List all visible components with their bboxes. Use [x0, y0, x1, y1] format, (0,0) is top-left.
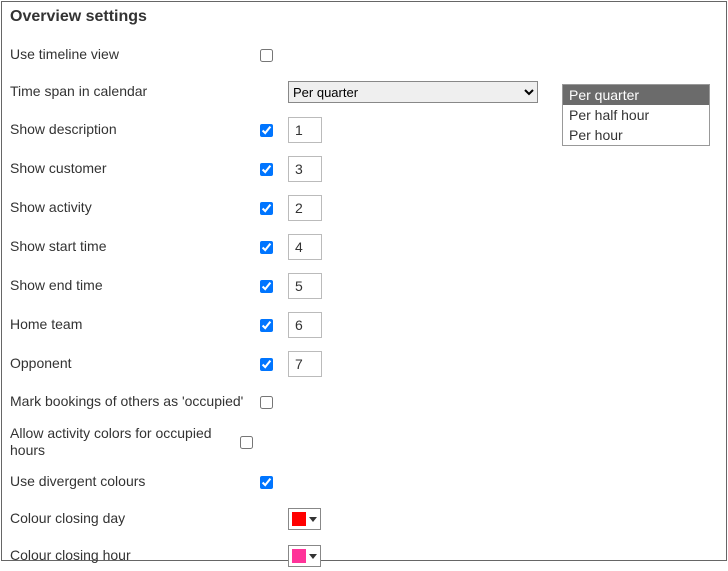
timespan-option[interactable]: Per half hour: [563, 105, 709, 125]
panel-title: Overview settings: [10, 8, 718, 26]
input-home-team-order[interactable]: [288, 312, 322, 338]
input-show-activity-order[interactable]: [288, 195, 322, 221]
swatch-closing-hour: [292, 549, 306, 563]
checkbox-show-end[interactable]: [260, 280, 273, 293]
chevron-down-icon: [309, 517, 317, 522]
input-show-end-order[interactable]: [288, 273, 322, 299]
label-show-customer: Show customer: [10, 160, 260, 178]
input-opponent-order[interactable]: [288, 351, 322, 377]
row-mark-occupied: Mark bookings of others as 'occupied': [10, 387, 718, 417]
input-show-description-order[interactable]: [288, 117, 322, 143]
overview-settings-panel: Overview settings Use timeline view Time…: [1, 1, 727, 561]
label-show-activity: Show activity: [10, 199, 260, 217]
row-use-timeline: Use timeline view: [10, 40, 718, 70]
timespan-option[interactable]: Per hour: [563, 125, 709, 145]
checkbox-show-customer[interactable]: [260, 163, 273, 176]
row-show-activity: Show activity: [10, 192, 718, 224]
row-show-end: Show end time: [10, 270, 718, 302]
label-home-team: Home team: [10, 316, 260, 334]
row-allow-colors: Allow activity colors for occupied hours: [10, 424, 718, 460]
row-use-divergent: Use divergent colours: [10, 467, 718, 497]
checkbox-show-start[interactable]: [260, 241, 273, 254]
checkbox-mark-occupied[interactable]: [260, 396, 273, 409]
input-show-start-order[interactable]: [288, 234, 322, 260]
checkbox-show-description[interactable]: [260, 124, 273, 137]
label-time-span: Time span in calendar: [10, 83, 260, 101]
input-show-customer-order[interactable]: [288, 156, 322, 182]
checkbox-show-activity[interactable]: [260, 202, 273, 215]
label-use-timeline: Use timeline view: [10, 46, 260, 64]
label-use-divergent: Use divergent colours: [10, 473, 260, 491]
row-show-customer: Show customer: [10, 153, 718, 185]
select-time-span[interactable]: Per quarterPer half hourPer hour: [288, 81, 538, 103]
checkbox-use-timeline[interactable]: [260, 49, 273, 62]
label-closing-hour: Colour closing hour: [10, 547, 260, 565]
row-opponent: Opponent: [10, 348, 718, 380]
row-closing-hour: Colour closing hour: [10, 541, 718, 571]
label-mark-occupied: Mark bookings of others as 'occupied': [10, 393, 260, 411]
label-opponent: Opponent: [10, 355, 260, 373]
row-closing-day: Colour closing day: [10, 504, 718, 534]
timespan-option[interactable]: Per quarter: [563, 85, 709, 105]
label-closing-day: Colour closing day: [10, 510, 260, 528]
color-picker-closing-day[interactable]: [288, 508, 321, 530]
label-allow-colors: Allow activity colors for occupied hours: [10, 425, 240, 460]
checkbox-allow-colors[interactable]: [240, 436, 253, 449]
chevron-down-icon: [309, 554, 317, 559]
checkbox-home-team[interactable]: [260, 319, 273, 332]
color-picker-closing-hour[interactable]: [288, 545, 321, 567]
label-show-end: Show end time: [10, 277, 260, 295]
label-show-start: Show start time: [10, 238, 260, 256]
row-home-team: Home team: [10, 309, 718, 341]
checkbox-opponent[interactable]: [260, 358, 273, 371]
swatch-closing-day: [292, 512, 306, 526]
label-show-description: Show description: [10, 121, 260, 139]
row-show-start: Show start time: [10, 231, 718, 263]
checkbox-use-divergent[interactable]: [260, 476, 273, 489]
timespan-listbox[interactable]: Per quarter Per half hour Per hour: [562, 84, 710, 146]
